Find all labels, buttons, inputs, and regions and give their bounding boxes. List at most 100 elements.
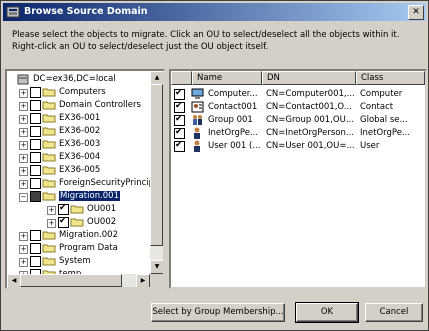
- tree-item-label: EX36-004: [59, 152, 101, 162]
- tree-item[interactable]: − Migration.001: [7, 190, 152, 203]
- row-checkbox[interactable]: [174, 114, 185, 126]
- tree-checkbox[interactable]: [30, 165, 41, 176]
- scroll-up-button[interactable]: ▲: [150, 71, 163, 85]
- folder-icon: [42, 179, 56, 188]
- column-header-class[interactable]: Class: [356, 71, 425, 85]
- objects-list-panel[interactable]: Name DN Class Computer... CN=Computer001,…: [169, 69, 427, 289]
- tree-vscroll-thumb[interactable]: [150, 84, 163, 246]
- tree-checkbox[interactable]: [30, 87, 41, 98]
- list-row[interactable]: Contact001 CN=Contact001,O... Contact: [171, 101, 425, 114]
- domain-tree-panel[interactable]: DC=ex36,DC=local + Computers + Domain Contro…: [5, 69, 165, 289]
- expand-toggle[interactable]: +: [19, 245, 28, 254]
- expand-toggle[interactable]: +: [19, 128, 28, 137]
- expand-toggle[interactable]: +: [19, 115, 28, 124]
- tree-item[interactable]: + ForeignSecurityPrincipa: [7, 177, 159, 190]
- contact-icon: [191, 101, 204, 113]
- scroll-right-button[interactable]: ▶: [136, 274, 150, 287]
- scroll-left-button[interactable]: ◀: [7, 274, 21, 287]
- expand-toggle[interactable]: −: [19, 193, 28, 202]
- folder-icon: [42, 192, 56, 201]
- tree-item-label: EX36-002: [59, 126, 101, 136]
- tree-checkbox[interactable]: [30, 100, 41, 111]
- row-class: Contact: [360, 102, 394, 112]
- cancel-button[interactable]: Cancel: [365, 303, 423, 322]
- tree-item[interactable]: + EX36-001: [7, 112, 152, 125]
- tree-vertical-scrollbar[interactable]: ▲ ▼: [150, 71, 163, 274]
- expand-toggle[interactable]: +: [19, 89, 28, 98]
- close-icon: ✕: [412, 7, 420, 17]
- row-class: Computer: [360, 89, 403, 99]
- tree-item[interactable]: + EX36-002: [7, 125, 152, 138]
- tree-item-label: Migration.001: [59, 191, 121, 201]
- tree-item-label: Computers: [59, 87, 106, 97]
- tree-item[interactable]: + Migration.002: [7, 229, 152, 242]
- row-dn: CN=Computer001,...: [266, 89, 354, 99]
- expand-toggle[interactable]: +: [47, 219, 56, 228]
- list-row[interactable]: Computer... CN=Computer001,... Computer: [171, 88, 425, 101]
- list-row[interactable]: User 001 (... CN=User 001,OU=... User: [171, 140, 425, 153]
- tree-checkbox[interactable]: [30, 139, 41, 150]
- expand-toggle[interactable]: +: [19, 167, 28, 176]
- instructions-text: Please select the objects to migrate. Cl…: [12, 30, 400, 52]
- tree-hscroll-thumb[interactable]: [20, 274, 122, 287]
- up-arrow-icon: ▲: [154, 74, 160, 81]
- row-name: Group 001: [208, 115, 253, 125]
- tree-checkbox[interactable]: [30, 113, 41, 124]
- tree-checkbox[interactable]: [30, 256, 41, 267]
- tree-horizontal-scrollbar[interactable]: ◀ ▶: [7, 274, 150, 287]
- tree-root-label: DC=ex36,DC=local: [33, 74, 116, 84]
- tree-checkbox[interactable]: [30, 243, 41, 254]
- tree-item[interactable]: + EX36-004: [7, 151, 152, 164]
- tree-item[interactable]: + OU001: [7, 203, 152, 216]
- row-dn: CN=InetOrgPerson...: [266, 128, 354, 138]
- expand-toggle[interactable]: +: [19, 141, 28, 150]
- row-checkbox[interactable]: [174, 140, 185, 152]
- tree-item[interactable]: + System: [7, 255, 152, 268]
- expand-toggle[interactable]: +: [19, 102, 28, 111]
- ok-button[interactable]: OK: [295, 302, 359, 323]
- select-by-group-membership-button[interactable]: Select by Group Membership...: [151, 303, 285, 322]
- row-checkbox[interactable]: [174, 127, 185, 139]
- row-name: InetOrgPe...: [208, 128, 259, 138]
- expand-toggle[interactable]: +: [19, 180, 28, 189]
- row-name: Contact001: [208, 102, 258, 112]
- tree-checkbox[interactable]: [58, 216, 69, 228]
- tree-checkbox[interactable]: [30, 191, 41, 202]
- tree-item[interactable]: + Computers: [7, 86, 152, 99]
- row-checkbox[interactable]: [174, 101, 185, 113]
- tree-item-label: EX36-001: [59, 113, 101, 123]
- folder-icon: [42, 257, 56, 266]
- list-row[interactable]: Group 001 CN=Group 001,OU... Global se...: [171, 114, 425, 127]
- tree-checkbox[interactable]: [30, 126, 41, 137]
- tree-item[interactable]: + EX36-003: [7, 138, 152, 151]
- tree-item-label: OU001: [87, 204, 117, 214]
- list-row[interactable]: InetOrgPe... CN=InetOrgPerson... InetOrgPe…: [171, 127, 425, 140]
- user-icon: [194, 127, 200, 139]
- folder-icon: [42, 140, 56, 149]
- tree-checkbox[interactable]: [30, 152, 41, 163]
- row-checkbox[interactable]: [174, 88, 185, 100]
- tree-item-label: Migration.002: [59, 230, 119, 240]
- tree-item[interactable]: + OU002: [7, 216, 152, 229]
- column-header-name[interactable]: Name: [192, 71, 262, 85]
- tree-checkbox[interactable]: [30, 230, 41, 241]
- tree-item[interactable]: + EX36-005: [7, 164, 152, 177]
- expand-toggle[interactable]: +: [47, 206, 56, 215]
- folder-icon: [42, 166, 56, 175]
- computer-icon: [191, 88, 204, 99]
- tree-checkbox[interactable]: [58, 203, 69, 215]
- tree-checkbox[interactable]: [30, 178, 41, 189]
- tree-item[interactable]: + Domain Controllers: [7, 99, 152, 112]
- down-arrow-icon: ▼: [154, 263, 160, 270]
- scroll-down-button[interactable]: ▼: [150, 260, 163, 274]
- column-header-dn[interactable]: DN: [262, 71, 356, 85]
- expand-toggle[interactable]: +: [19, 258, 28, 267]
- tree-item[interactable]: + Program Data: [7, 242, 152, 255]
- tree-root[interactable]: DC=ex36,DC=local: [7, 73, 152, 86]
- row-class: InetOrgPe...: [360, 128, 411, 138]
- column-header-check[interactable]: [171, 71, 192, 85]
- expand-toggle[interactable]: +: [19, 232, 28, 241]
- close-button[interactable]: ✕: [408, 5, 424, 20]
- row-dn: CN=Contact001,O...: [266, 102, 352, 112]
- expand-toggle[interactable]: +: [19, 154, 28, 163]
